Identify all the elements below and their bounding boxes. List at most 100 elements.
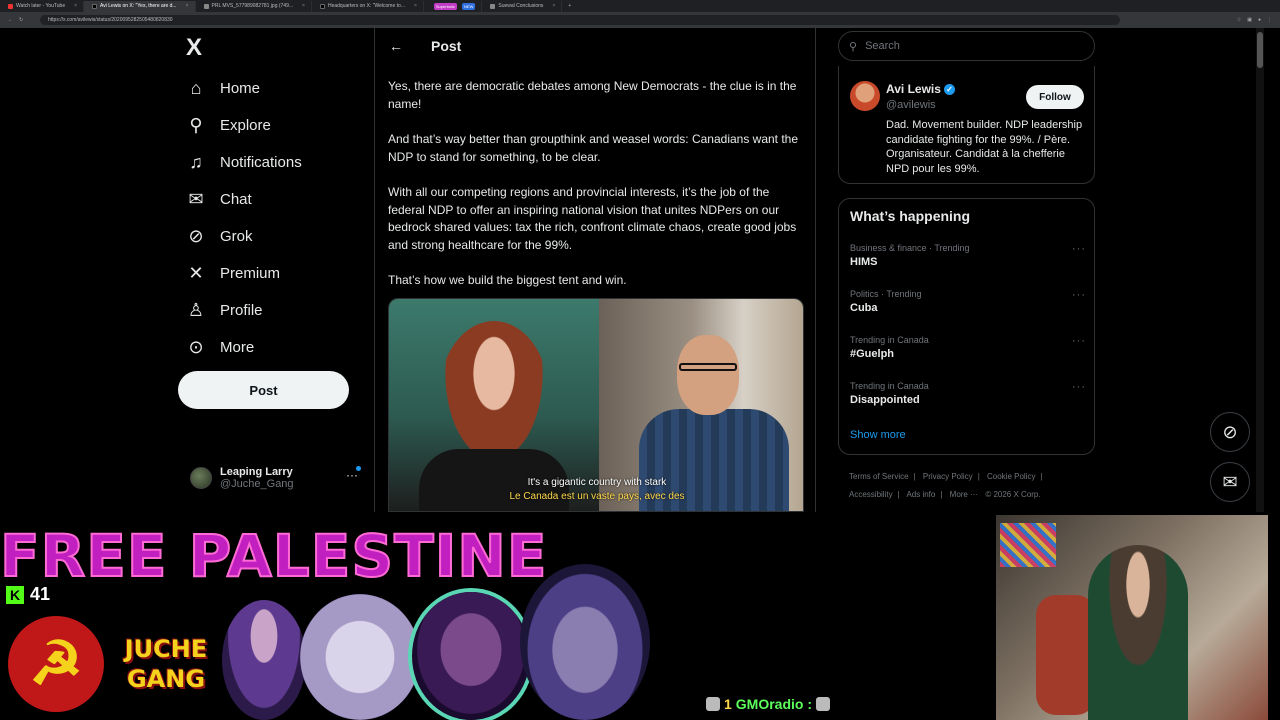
post-button[interactable]: Post — [178, 371, 349, 409]
nav-grok[interactable]: ⊘ Grok — [186, 221, 252, 251]
tab-group-badge: Supertonic — [433, 2, 458, 10]
more-dots-icon[interactable]: ··· — [1072, 335, 1086, 347]
more-dots-icon[interactable]: ··· — [1072, 289, 1086, 301]
browser-tab[interactable]: Watch later - YouTube × — [0, 0, 85, 12]
nav-more[interactable]: ⊙ More — [186, 332, 254, 362]
browser-toolbar: ☆ ▣ ● ⋮ — [1237, 17, 1280, 23]
left-sidebar: X ⌂ Home ⚲ Explore ♫ Notifications ✉ Chat ⊘ G… — [8, 28, 374, 512]
browser-tab-active[interactable]: Avi Lewis on X: "Yes, there are d... × — [84, 0, 196, 12]
avatar[interactable] — [850, 81, 880, 111]
home-icon: ⌂ — [190, 77, 202, 98]
back-arrow-icon[interactable]: ← — [389, 38, 403, 54]
portrait-image — [520, 564, 650, 720]
browser-tab[interactable]: PRL MVS_577989082781 jpg (749... × — [196, 0, 312, 12]
new-tab-button[interactable]: + — [562, 3, 577, 9]
account-info: Leaping Larry @Juche_Gang — [220, 466, 294, 490]
nav-explore[interactable]: ⚲ Explore — [186, 110, 270, 140]
grok-float-button[interactable]: ⊘ — [1210, 412, 1250, 452]
footer-links: Terms of Service | Privacy Policy | Cookie… — [849, 472, 1043, 499]
search-icon: ⚲ — [849, 40, 858, 53]
trend-item[interactable]: Trending in Canada #Guelph ··· — [850, 335, 1086, 375]
post-text-paragraph: That’s how we build the biggest tent and… — [388, 273, 627, 287]
youtube-icon — [8, 3, 13, 9]
menu-icon[interactable]: ⋮ — [1267, 17, 1272, 23]
glasses — [679, 363, 737, 371]
more-dots-icon[interactable]: ··· — [1072, 381, 1086, 393]
trend-item[interactable]: Politics · Trending Cuba ··· — [850, 289, 1086, 329]
page-title: Post — [431, 38, 462, 54]
close-icon[interactable]: × — [414, 3, 417, 9]
post-text-paragraph: With all our competing regions and provi… — [388, 185, 797, 252]
trend-item[interactable]: Trending in Canada Disappointed ··· — [850, 381, 1086, 421]
search-placeholder: Search — [865, 40, 900, 52]
browser-tab[interactable]: Suewal Conclusions × — [482, 0, 563, 12]
streamer — [1088, 545, 1188, 720]
chat-badge-icon — [706, 697, 720, 711]
messages-float-button[interactable]: ✉ — [1210, 462, 1250, 502]
post-text-paragraph: And that’s way better than groupthink an… — [388, 132, 799, 164]
led-panel — [1000, 523, 1056, 567]
browser-tab[interactable]: Headquarters on X: "Welcome to... × — [312, 0, 424, 12]
post-column: ← Post Yes, there are democratic debates… — [374, 28, 816, 512]
nav-profile[interactable]: ♙ Profile — [186, 295, 263, 325]
grok-icon: ⊘ — [1222, 421, 1238, 442]
close-icon[interactable]: × — [74, 3, 77, 9]
extensions-icon[interactable]: ▣ — [1247, 17, 1252, 23]
image-icon — [203, 3, 209, 9]
url-field[interactable]: https://x.com/avilewis/status/2020095282… — [40, 15, 1120, 25]
browser-tab[interactable]: Supertonic NEW — [424, 0, 483, 12]
profile-icon[interactable]: ● — [1258, 17, 1261, 23]
profile-bio: Dad. Movement builder. NDP leadership ca… — [886, 119, 1083, 176]
video-caption-fr: Le Canada est un vaste pays, avec des — [509, 491, 685, 502]
post-video[interactable]: It's a gigantic country with stark Le Ca… — [388, 298, 804, 512]
chat-message: 1 GMOradio : — [706, 696, 831, 712]
scrollbar[interactable] — [1256, 28, 1264, 512]
profile-name[interactable]: Avi Lewis ✓ — [886, 82, 955, 96]
close-icon[interactable]: × — [552, 3, 555, 9]
x-premium-icon: ✕ — [188, 262, 204, 283]
account-switcher[interactable]: Leaping Larry @Juche_Gang ··· — [190, 460, 370, 496]
nav-chat[interactable]: ✉ Chat — [186, 184, 251, 214]
nav-premium[interactable]: ✕ Premium — [186, 258, 280, 288]
trends-title: What’s happening — [850, 208, 971, 224]
more-dots-icon[interactable]: ··· — [1072, 243, 1086, 255]
nav-home[interactable]: ⌂ Home — [186, 73, 260, 103]
more-circle-icon: ⊙ — [188, 336, 204, 357]
chat-emote-icon — [816, 697, 831, 711]
profile-card: Avi Lewis ✓ @avilewis Follow Dad. Movemen… — [838, 66, 1095, 184]
reload-icon[interactable]: ↻ — [19, 17, 23, 23]
account-name: Leaping Larry — [220, 466, 293, 478]
chat-badge-count: 1 — [724, 696, 732, 712]
kick-icon: K — [6, 585, 24, 604]
webcam-feed — [996, 515, 1268, 720]
verified-badge-icon: ✓ — [943, 84, 955, 96]
portrait-image — [300, 594, 420, 720]
stream-overlay: FREE PALESTINE K 41 ☭ JUCHE GANG 1 GMOra… — [0, 512, 1280, 720]
bell-icon: ♫ — [189, 151, 203, 172]
nav-notifications[interactable]: ♫ Notifications — [186, 147, 301, 177]
x-icon — [319, 3, 325, 9]
person-icon: ♙ — [187, 299, 205, 320]
show-more-link[interactable]: Show more — [850, 429, 906, 441]
back-icon[interactable]: ← — [8, 17, 13, 23]
close-icon[interactable]: × — [186, 3, 189, 9]
banner-text: FREE PALESTINE — [0, 521, 548, 591]
close-icon[interactable]: × — [302, 3, 305, 9]
profile-handle: @avilewis — [886, 99, 936, 111]
scrollbar-thumb[interactable] — [1257, 32, 1263, 68]
x-logo-icon[interactable]: X — [186, 36, 210, 60]
trend-item[interactable]: Business & finance · Trending HIMS ··· — [850, 243, 1086, 283]
grok-icon: ⊘ — [188, 225, 204, 246]
speaker-head — [677, 335, 739, 415]
nav-controls: ← ↻ — [0, 17, 36, 23]
mail-icon: ✉ — [1222, 471, 1238, 492]
page-icon — [490, 3, 496, 9]
account-handle: @Juche_Gang — [220, 478, 294, 490]
browser-tab-bar: Watch later - YouTube × Avi Lewis on X: "… — [0, 0, 1280, 12]
post-header: ← Post — [375, 28, 815, 64]
search-input[interactable]: ⚲ Search — [838, 31, 1095, 61]
post-text-paragraph: Yes, there are democratic debates among … — [388, 79, 797, 111]
star-icon[interactable]: ☆ — [1237, 17, 1241, 23]
follow-button[interactable]: Follow — [1026, 85, 1084, 109]
x-icon — [92, 3, 98, 9]
